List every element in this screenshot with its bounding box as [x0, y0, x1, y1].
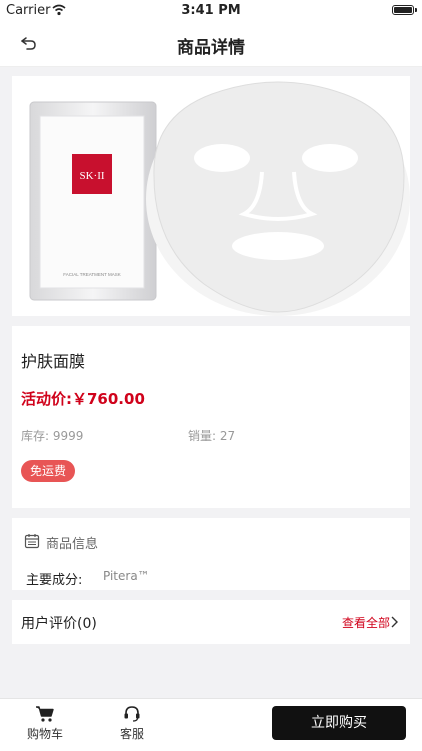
- product-photo: SK·II FACIAL TREATMENT MASK: [29, 81, 410, 316]
- cart-tab[interactable]: 购物车: [20, 705, 70, 742]
- reviews-row[interactable]: 用户评价(0) 查看全部: [12, 600, 410, 644]
- product-image[interactable]: SK·II FACIAL TREATMENT MASK: [12, 76, 410, 316]
- packet-brand: SK·II: [79, 170, 104, 182]
- reviews-label: 用户评价(0): [21, 616, 97, 632]
- product-info-card: 护肤面膜 活动价:￥760.00 库存: 9999 销量: 27 免运费: [12, 326, 410, 508]
- sales-count: 销量: 27: [188, 429, 236, 443]
- packet-caption: FACIAL TREATMENT MASK: [63, 272, 121, 277]
- service-tab[interactable]: 客服: [107, 705, 157, 742]
- navigation-bar: 商品详情: [0, 22, 422, 67]
- free-shipping-badge: 免运费: [21, 460, 76, 482]
- clock: 3:41 PM: [181, 3, 241, 18]
- calendar-icon: [24, 534, 40, 549]
- product-name: 护肤面膜: [21, 352, 86, 371]
- activity-price: 活动价:￥760.00: [21, 390, 145, 408]
- stock-count: 库存: 9999: [21, 429, 84, 443]
- buy-now-button[interactable]: 立即购买: [272, 706, 406, 740]
- view-all-link[interactable]: 查看全部: [342, 614, 390, 631]
- status-bar: Carrier 3:41 PM: [0, 0, 422, 22]
- page-title: 商品详情: [177, 38, 245, 58]
- headset-icon: [124, 706, 140, 722]
- battery-icon: [392, 5, 417, 15]
- spec-value: Pitera™: [103, 569, 150, 583]
- specs-heading: 商品信息: [46, 537, 99, 552]
- service-label: 客服: [119, 727, 144, 741]
- product-specs-card: 商品信息 主要成分: Pitera™: [12, 518, 410, 590]
- spec-label: 主要成分:: [26, 573, 83, 588]
- chevron-right-icon: [391, 616, 398, 628]
- cart-icon: [36, 706, 54, 722]
- cart-label: 购物车: [26, 727, 63, 741]
